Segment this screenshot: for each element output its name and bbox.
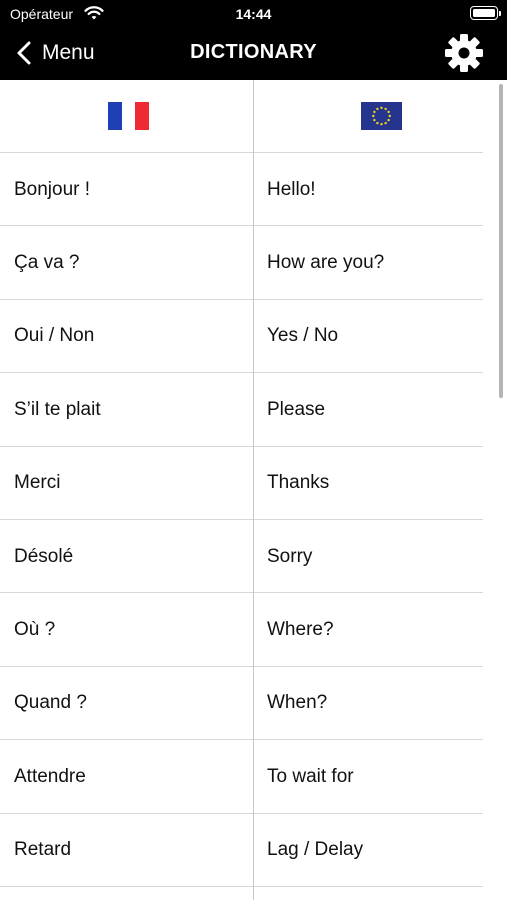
english-phrase: Yes / No [267,325,339,347]
eu-star-icon [384,107,387,111]
status-time: 14:44 [235,6,272,22]
gear-icon[interactable] [443,32,485,74]
french-phrase: Retard [14,839,72,861]
english-phrase: Thanks [267,472,330,494]
french-phrase: Oui / Non [14,325,95,347]
france-flag-icon [108,102,150,130]
phrase-row[interactable]: Oui / Non Yes / No [0,300,483,374]
phrase-row[interactable]: Bonjour ! Hello! [0,153,483,227]
english-phrase: Please [267,398,326,420]
french-phrase: S’il te plait [14,398,101,420]
phrase-row[interactable]: Merci Thanks [0,447,483,520]
eu-star-icon [384,121,387,125]
english-phrase: Sorry [267,545,313,567]
phrase-row[interactable]: Désolé Sorry [0,520,483,594]
eu-star-icon [387,110,390,114]
phrase-row[interactable]: Quand ? When? [0,667,483,741]
french-phrase: Ça va ? [14,251,80,273]
menu-back-button[interactable]: Menu [10,36,95,70]
eu-flag-icon [361,102,402,130]
nav-bar: Menu DICTIONARY [0,28,507,80]
flag-stripe-blue [108,102,122,130]
english-phrase: Where? [267,618,334,640]
french-phrase: Où ? [14,618,56,640]
eu-star-icon [380,123,383,126]
dictionary-table: Bonjour ! Hello! Ça va ? How are you? Oui / … [0,80,483,900]
battery-icon [470,6,501,20]
english-phrase: To wait for [267,765,354,787]
eu-star-icon [388,114,391,118]
french-phrase: Merci [14,472,61,494]
eu-star-icon [387,118,390,122]
french-phrase: Bonjour ! [14,178,91,200]
english-phrase: Lag / Delay [267,839,364,861]
french-phrase: Attendre [14,765,86,787]
eu-star-icon [372,114,375,118]
french-phrase: Quand ? [14,692,87,714]
flag-stripe-white [121,102,136,130]
chevron-left-icon [17,41,31,65]
column-divider [253,80,254,900]
eu-star-icon [376,107,379,111]
flag-stripe-red [135,102,150,130]
english-phrase: Hello! [267,178,316,200]
scroll-indicator[interactable] [499,84,503,398]
phrase-row[interactable]: S’il te plait Please [0,373,483,447]
language-header-row [0,80,483,153]
phrase-row[interactable]: Attendre To wait for [0,740,483,814]
english-phrase: How are you? [267,251,385,273]
status-bar: Opérateur 14:44 [0,0,507,28]
phrase-row[interactable]: Retard Lag / Delay [0,814,483,887]
eu-star-icon [380,106,383,109]
french-phrase: Désolé [14,545,74,567]
menu-back-label: Menu [42,41,95,64]
phrase-row[interactable]: Où ? Where? [0,593,483,667]
eu-star-icon [373,110,376,114]
eu-star-icon [376,121,379,125]
phrase-row[interactable]: Ça va ? How are you? [0,226,483,300]
eu-star-icon [373,118,376,122]
english-phrase: When? [267,692,328,714]
